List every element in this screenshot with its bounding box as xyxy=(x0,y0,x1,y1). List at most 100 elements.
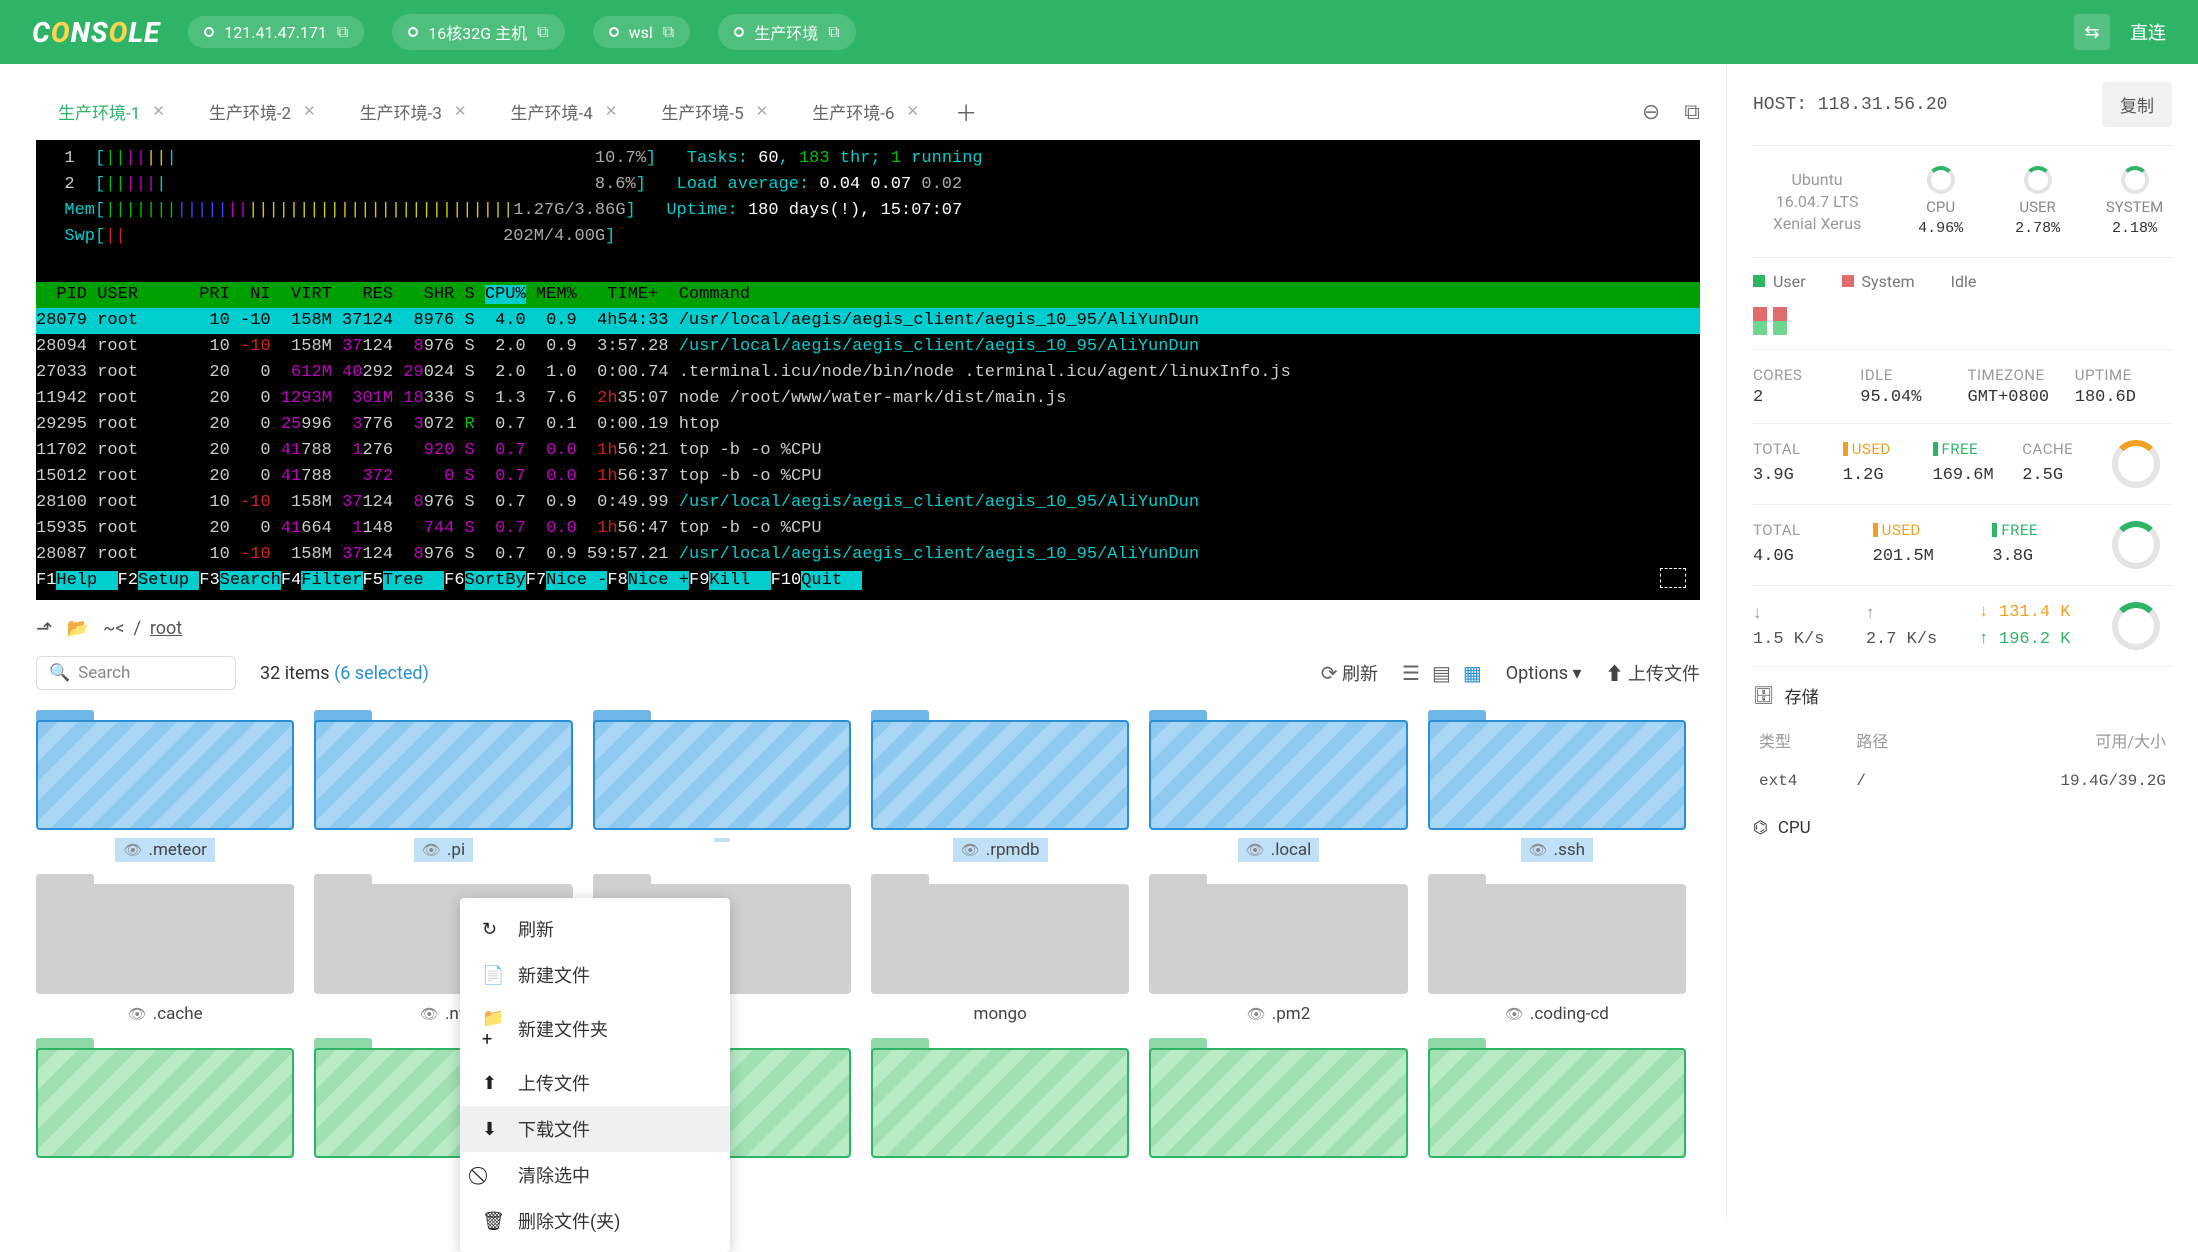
menu-item[interactable]: 📄新建文件 xyxy=(460,952,730,998)
process-row[interactable]: 27033 root 20 0 612M 40292 29024 S 2.0 1… xyxy=(36,360,1700,386)
file-item[interactable]: 👁.pi xyxy=(314,710,572,862)
file-name xyxy=(157,1166,173,1170)
breadcrumb-machine[interactable]: 16核32G 主机⧉ xyxy=(392,14,564,50)
tab-6[interactable]: 生产环境-6✕ xyxy=(790,91,941,134)
process-row[interactable]: 28100 root 10 -10 158M 37124 8976 S 0.7 … xyxy=(36,490,1700,516)
breadcrumb-env[interactable]: 生产环境⧉ xyxy=(718,14,855,50)
folder-icon xyxy=(1149,1038,1407,1158)
view-list-icon[interactable]: ☰ xyxy=(1402,661,1420,685)
session-tabs: 生产环境-1✕ 生产环境-2✕ 生产环境-3✕ 生产环境-4✕ 生产环境-5✕ … xyxy=(36,90,1700,134)
menu-icon: ⬇ xyxy=(482,1119,504,1140)
storage-heading: 🗄存储 xyxy=(1753,667,2172,718)
process-row[interactable]: 11702 root 20 0 41788 1276 920 S 0.7 0.0… xyxy=(36,438,1700,464)
file-name: 👁.pm2 xyxy=(1239,1002,1319,1026)
tab-2[interactable]: 生产环境-2✕ xyxy=(187,91,338,134)
arrow-up-icon: ↑ xyxy=(1979,630,1989,649)
process-row[interactable]: 11942 root 20 0 1293M 301M 18336 S 1.3 7… xyxy=(36,386,1700,412)
menu-item[interactable]: 🗑删除文件(夹) xyxy=(460,1198,730,1244)
status-dot-icon xyxy=(609,27,619,37)
tab-5[interactable]: 生产环境-5✕ xyxy=(639,91,790,134)
view-grid-icon[interactable]: ▦ xyxy=(1463,661,1482,685)
process-row[interactable]: 28087 root 10 -10 158M 37124 8976 S 0.7 … xyxy=(36,542,1700,568)
menu-item[interactable]: ⬆上传文件 xyxy=(460,1060,730,1106)
file-item[interactable] xyxy=(593,710,851,862)
file-name: 👁.cache xyxy=(120,1002,211,1026)
menu-item[interactable]: ↻刷新 xyxy=(460,906,730,952)
hidden-icon: 👁 xyxy=(422,841,441,859)
fullscreen-icon[interactable] xyxy=(1660,568,1686,588)
tab-1[interactable]: 生产环境-1✕ xyxy=(36,91,187,134)
upload-button[interactable]: ⬆ 上传文件 xyxy=(1606,660,1700,686)
file-item[interactable]: 👁.local xyxy=(1149,710,1407,862)
close-icon[interactable]: ✕ xyxy=(303,102,316,120)
upload-icon: ⬆ xyxy=(1606,664,1624,685)
net-ring-icon xyxy=(2112,602,2160,650)
up-icon[interactable]: ⬏ xyxy=(36,616,53,640)
menu-item[interactable]: ⃠清除选中 xyxy=(460,1152,730,1198)
close-icon[interactable]: ✕ xyxy=(906,102,919,120)
search-input[interactable]: 🔍Search xyxy=(36,656,236,690)
storage-table: 类型路径可用/大小 ext4/19.4G/39.2G xyxy=(1753,718,2172,802)
swap-button[interactable]: ⇆ xyxy=(2074,14,2110,50)
memory-info: TOTALUSEDFREECACHE 3.9G1.2G169.6M2.5G xyxy=(1753,424,2172,505)
tab-4[interactable]: 生产环境-4✕ xyxy=(489,91,640,134)
hidden-icon: 👁 xyxy=(1529,841,1548,859)
minimize-icon[interactable]: ⊖ xyxy=(1642,100,1660,125)
folder-icon xyxy=(36,1038,294,1158)
process-row[interactable]: 28079 root 10 -10 158M 37124 8976 S 4.0 … xyxy=(36,308,1700,334)
file-item[interactable] xyxy=(1428,1038,1686,1170)
path-root[interactable]: root xyxy=(150,618,182,639)
file-item[interactable]: 👁.coding-cd xyxy=(1428,874,1686,1026)
tab-3[interactable]: 生产环境-3✕ xyxy=(338,91,489,134)
close-icon[interactable]: ✕ xyxy=(756,102,769,120)
folder-icon xyxy=(314,710,572,830)
refresh-button[interactable]: ⟳ 刷新 xyxy=(1321,660,1378,686)
status-dot-icon xyxy=(204,27,214,37)
path-bar: ⬏ 📂 ~< / root xyxy=(36,616,1700,640)
file-item[interactable]: 👁.cache xyxy=(36,874,294,1026)
menu-icon: ⬆ xyxy=(482,1073,504,1094)
arrow-down-icon: ↓ xyxy=(1753,603,1856,623)
process-row[interactable]: 15935 root 20 0 41664 1148 744 S 0.7 0.0… xyxy=(36,516,1700,542)
file-item[interactable] xyxy=(871,1038,1129,1170)
menu-icon: 📄 xyxy=(482,965,504,986)
menu-item[interactable]: ⬇下载文件 xyxy=(460,1106,730,1152)
file-item[interactable] xyxy=(36,1038,294,1170)
file-item[interactable]: 👁.pm2 xyxy=(1149,874,1407,1026)
close-icon[interactable]: ✕ xyxy=(152,102,165,120)
folder-icon xyxy=(871,1038,1129,1158)
folder-icon xyxy=(1149,874,1407,994)
process-row[interactable]: 29295 root 20 0 25996 3776 3072 R 0.7 0.… xyxy=(36,412,1700,438)
file-name: 👁.local xyxy=(1238,838,1320,862)
arrow-up-icon: ↑ xyxy=(1866,603,1969,623)
copy-button[interactable]: 复制 xyxy=(2102,82,2172,127)
file-item[interactable]: mongo xyxy=(871,874,1129,1026)
path-home[interactable]: ~< xyxy=(103,618,124,639)
file-item[interactable]: 👁.rpmdb xyxy=(871,710,1129,862)
terminal[interactable]: 1 [||||||| 10.7%] Tasks: 60, 183 thr; 1 … xyxy=(36,140,1700,600)
close-icon[interactable]: ✕ xyxy=(605,102,618,120)
link-icon: ⧉ xyxy=(337,22,348,42)
hidden-icon: 👁 xyxy=(420,1005,439,1023)
system-gauge: SYSTEM2.18% xyxy=(2097,166,2172,237)
view-detail-icon[interactable]: ▤ xyxy=(1432,661,1451,685)
file-item[interactable]: 👁.meteor xyxy=(36,710,294,862)
file-item[interactable] xyxy=(1149,1038,1407,1170)
detach-icon[interactable]: ⧉ xyxy=(1684,100,1700,125)
process-row[interactable]: 15012 root 20 0 41788 372 0 S 0.7 0.0 1h… xyxy=(36,464,1700,490)
file-item[interactable]: 👁.ssh xyxy=(1428,710,1686,862)
add-tab-button[interactable]: ＋ xyxy=(941,90,991,134)
process-row[interactable]: 28094 root 10 -10 158M 37124 8976 S 2.0 … xyxy=(36,334,1700,360)
cpu-legend: User System Idle xyxy=(1753,258,2172,350)
link-icon: ⧉ xyxy=(828,22,839,42)
hidden-icon: 👁 xyxy=(123,841,142,859)
mem-ring-icon xyxy=(2112,440,2160,488)
menu-item[interactable]: 📁+新建文件夹 xyxy=(460,998,730,1060)
direct-connect-label[interactable]: 直连 xyxy=(2130,19,2166,45)
close-icon[interactable]: ✕ xyxy=(454,102,467,120)
options-dropdown[interactable]: Options ▾ xyxy=(1506,663,1582,684)
breadcrumb-wsl[interactable]: wsl⧉ xyxy=(593,16,691,48)
breadcrumb-host[interactable]: 121.41.47.171⧉ xyxy=(188,16,364,48)
topbar: CONSOLE 121.41.47.171⧉ 16核32G 主机⧉ wsl⧉ 生… xyxy=(0,0,2198,64)
folder-icon xyxy=(36,710,294,830)
